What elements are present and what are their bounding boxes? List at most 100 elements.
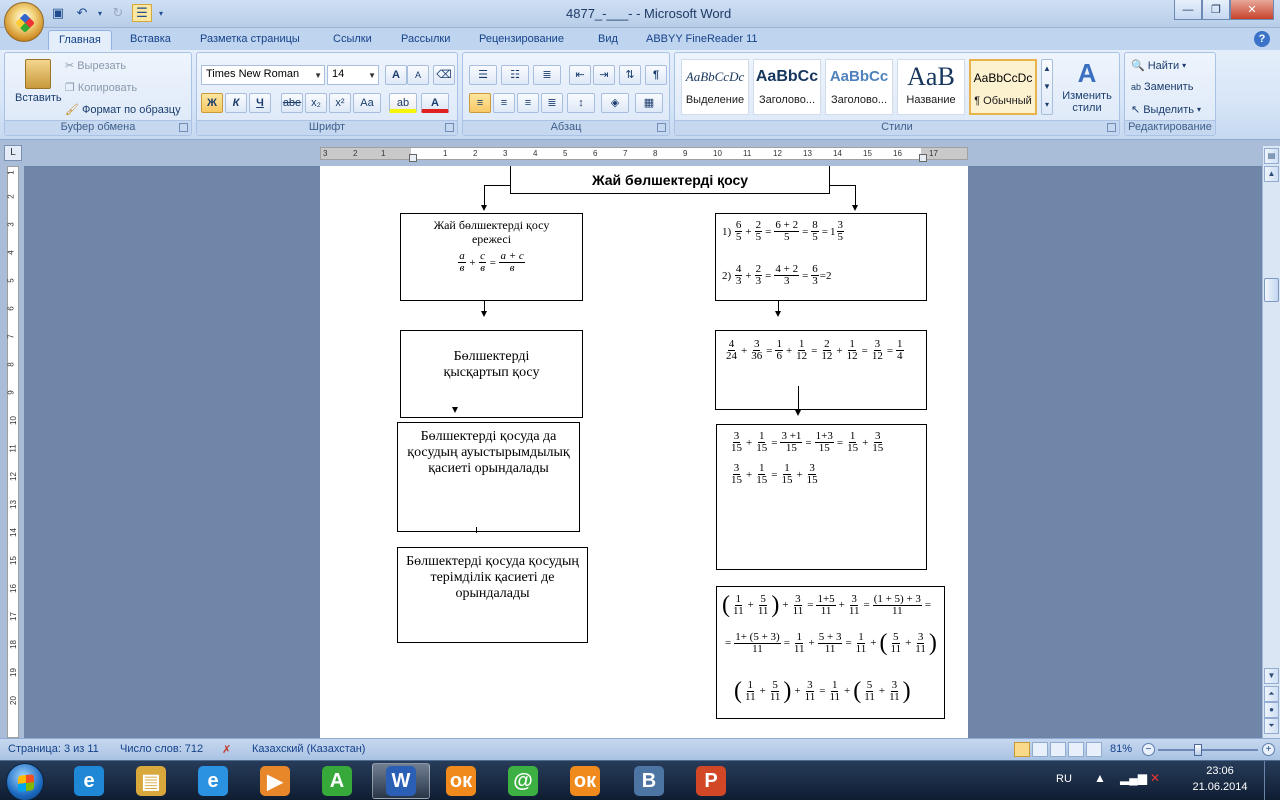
sort-icon[interactable]: ⇅ (619, 65, 641, 85)
customize-qat-icon[interactable]: ▾ (156, 4, 166, 22)
shrink-font-button[interactable]: A (407, 65, 429, 85)
clipboard-launcher-icon[interactable] (179, 123, 188, 132)
tab-abbyy[interactable]: ABBYY FineReader 11 (636, 30, 768, 50)
style-title[interactable]: AaB Название (897, 59, 965, 115)
style-heading-1[interactable]: AaBbCc Заголово... (753, 59, 821, 115)
taskbar-app-odnoklassniki[interactable]: ок (432, 763, 490, 799)
font-size-combo[interactable]: 14 ▼ (327, 65, 379, 85)
strikethrough-button[interactable]: abe (281, 93, 303, 113)
increase-indent-icon[interactable]: ⇥ (593, 65, 615, 85)
style-heading-2[interactable]: AaBbCc Заголово... (825, 59, 893, 115)
taskbar-app-file-explorer[interactable]: ▤ (122, 763, 180, 799)
input-language[interactable]: RU (1056, 773, 1072, 785)
font-name-combo[interactable]: Times New Roman ▼ (201, 65, 325, 85)
network-icon[interactable]: ▂▄▆ (1120, 771, 1147, 785)
font-launcher-icon[interactable] (445, 123, 454, 132)
multilevel-list-icon[interactable]: ≣ (533, 65, 561, 85)
taskbar-app-powerpoint[interactable]: P (682, 763, 740, 799)
zoom-in-icon[interactable]: + (1262, 743, 1275, 756)
subscript-button[interactable]: x₂ (305, 93, 327, 113)
zoom-level[interactable]: 81% (1110, 743, 1132, 755)
underline-button[interactable]: Ч (249, 93, 271, 113)
change-case-button[interactable]: Aa (353, 93, 381, 113)
justify-icon[interactable]: ≣ (541, 93, 563, 113)
line-spacing-icon[interactable]: ↕ (567, 93, 595, 113)
grow-font-button[interactable]: A (385, 65, 407, 85)
help-icon[interactable]: ? (1254, 31, 1270, 47)
format-painter-button[interactable]: 🖌 Формат по образцу (65, 103, 181, 117)
paragraph-mark-icon[interactable]: ☰ (132, 4, 152, 22)
font-color-icon[interactable]: A (421, 93, 449, 113)
prev-page-icon[interactable]: ⏶ (1264, 686, 1279, 702)
scroll-down-icon[interactable]: ▼ (1264, 668, 1279, 684)
next-page-icon[interactable]: ⏷ (1264, 718, 1279, 734)
select-browse-object-icon[interactable]: ● (1264, 702, 1279, 718)
tab-insert[interactable]: Вставка (120, 30, 181, 50)
start-button[interactable] (6, 763, 44, 800)
draft-icon[interactable] (1086, 742, 1102, 757)
zoom-out-icon[interactable]: − (1142, 743, 1155, 756)
bold-button[interactable]: Ж (201, 93, 223, 113)
paste-button[interactable]: Вставить (15, 59, 62, 104)
scroll-up-icon[interactable]: ▲ (1264, 166, 1279, 182)
taskbar-app-internet-explorer-2[interactable]: e (184, 763, 242, 799)
tab-review[interactable]: Рецензирование (469, 30, 574, 50)
taskbar-app-acrobat-green[interactable]: A (308, 763, 366, 799)
select-button[interactable]: ↖ Выделить ▾ (1131, 103, 1201, 117)
right-indent-marker-icon[interactable] (919, 154, 927, 162)
taskbar-app-word[interactable]: W (372, 763, 430, 799)
page-count[interactable]: Страница: 3 из 11 (8, 743, 99, 755)
taskbar-app-media-player[interactable]: ▶ (246, 763, 304, 799)
volume-icon[interactable]: ✕ (1150, 771, 1160, 785)
styles-launcher-icon[interactable] (1107, 123, 1116, 132)
clock-time[interactable]: 23:06 (1190, 765, 1250, 777)
tray-show-hidden-icon[interactable]: ▲ (1094, 771, 1106, 785)
show-desktop-button[interactable] (1264, 761, 1278, 800)
cut-button[interactable]: ✂ Вырезать (65, 59, 126, 73)
align-left-icon[interactable]: ≡ (469, 93, 491, 113)
proofing-icon[interactable]: ✗ (222, 743, 231, 756)
tab-home[interactable]: Главная (48, 30, 112, 50)
shading-icon[interactable]: ◈ (601, 93, 629, 113)
tab-mailings[interactable]: Рассылки (391, 30, 460, 50)
styles-scroll-icon[interactable]: ▲ ▼ ▾ (1041, 59, 1053, 115)
clear-format-icon[interactable]: ⌫ (433, 65, 455, 85)
numbering-icon[interactable]: ☷ (501, 65, 529, 85)
maximize-button[interactable]: ❐ (1202, 0, 1230, 20)
replace-button[interactable]: ab Заменить (1131, 81, 1193, 93)
taskbar-app-mail-agent[interactable]: @ (494, 763, 552, 799)
vertical-scrollbar[interactable]: ▤ ▲ ▼ ⏶ ● ⏷ (1262, 146, 1280, 738)
taskbar-app-vkontakte[interactable]: В (620, 763, 678, 799)
style-normal[interactable]: AaBbCcDc ¶ Обычный (969, 59, 1037, 115)
find-button[interactable]: 🔍 Найти ▾ (1131, 59, 1186, 73)
zoom-slider[interactable] (1158, 744, 1258, 756)
italic-button[interactable]: К (225, 93, 247, 113)
decrease-indent-icon[interactable]: ⇤ (569, 65, 591, 85)
undo-icon[interactable]: ↶ (72, 4, 92, 22)
clock-date[interactable]: 21.06.2014 (1190, 781, 1250, 793)
highlight-icon[interactable]: ab (389, 93, 417, 113)
superscript-button[interactable]: x² (329, 93, 351, 113)
taskbar-app-odnoklassniki-2[interactable]: ок (556, 763, 614, 799)
paragraph-launcher-icon[interactable] (657, 123, 666, 132)
tab-view[interactable]: Вид (588, 30, 628, 50)
zoom-slider-knob[interactable] (1194, 744, 1202, 756)
redo-icon[interactable]: ↻ (108, 4, 128, 22)
full-screen-reading-icon[interactable] (1032, 742, 1048, 757)
minimize-button[interactable]: — (1174, 0, 1202, 20)
word-count[interactable]: Число слов: 712 (120, 743, 203, 755)
tab-references[interactable]: Ссылки (323, 30, 382, 50)
horizontal-ruler[interactable]: 3 2 1 1 2 3 4 5 6 7 8 9 10 11 12 13 14 1… (320, 147, 968, 162)
undo-dropdown-icon[interactable]: ▾ (96, 4, 104, 22)
tab-page-layout[interactable]: Разметка страницы (190, 30, 310, 50)
vertical-ruler[interactable]: 1 2 3 4 5 6 7 8 9 10 11 12 13 14 15 16 1… (0, 166, 24, 738)
document-page[interactable]: Жай бөлшектерді қосу Жай бөлшектерді қос… (320, 166, 968, 738)
scroll-thumb[interactable] (1264, 278, 1279, 302)
copy-button[interactable]: ❐ Копировать (65, 81, 137, 95)
style-emphasis[interactable]: AaBbCcDc Выделение (681, 59, 749, 115)
bullets-icon[interactable]: ☰ (469, 65, 497, 85)
align-center-icon[interactable]: ≡ (493, 93, 515, 113)
change-styles-button[interactable]: A Изменить стили (1059, 59, 1115, 114)
borders-icon[interactable]: ▦ (635, 93, 663, 113)
print-layout-icon[interactable] (1014, 742, 1030, 757)
